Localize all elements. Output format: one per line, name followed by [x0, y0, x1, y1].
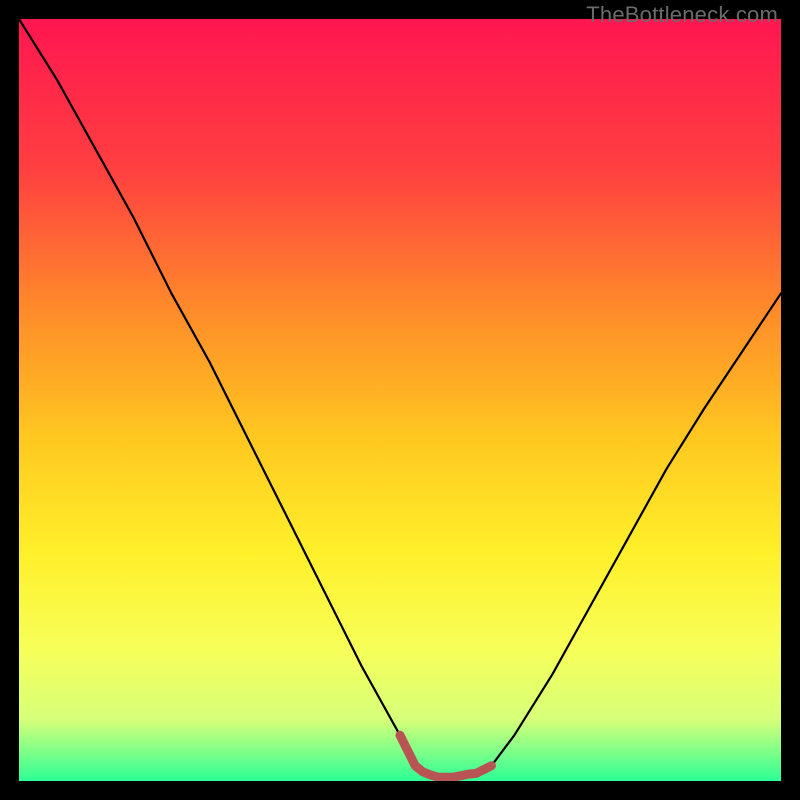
gradient-background — [19, 19, 781, 781]
chart-frame — [19, 19, 781, 781]
bottleneck-chart — [19, 19, 781, 781]
watermark-text: TheBottleneck.com — [586, 2, 778, 28]
